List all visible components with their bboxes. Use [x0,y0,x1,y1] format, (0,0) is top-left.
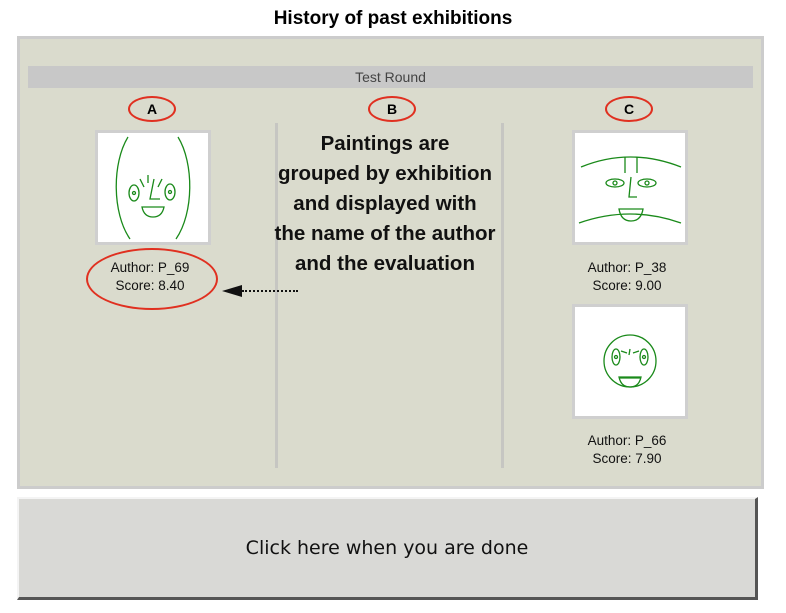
painting-p69[interactable] [95,130,211,245]
column-label-c: C [605,96,653,122]
annotation-line: and the evaluation [295,252,475,275]
annotation-line: and displayed with [293,192,477,215]
caption-p38: Author: P_38 Score: 9.00 [527,259,727,295]
painting-p38[interactable] [572,130,688,245]
round-header: Test Round [28,66,753,88]
column-label-a: A [128,96,176,122]
author-text: Author: P_66 [587,433,667,448]
done-button[interactable]: Click here when you are done [17,497,758,600]
score-text: Score: 7.90 [592,451,662,466]
highlight-circle [86,248,218,310]
face-drawing-p69 [115,136,191,240]
page-title: History of past exhibitions [273,8,513,29]
score-text: Score: 9.00 [592,278,662,293]
instruction-annotation: Paintings are grouped by exhibition and … [250,129,520,279]
arrow-line [242,290,298,292]
exhibition-panel: Test Round A B C Author: P_69 Score: 8.4… [17,36,764,489]
caption-p66: Author: P_66 Score: 7.90 [527,432,727,468]
column-label-b: B [368,96,416,122]
annotation-line: the name of the author [274,222,496,245]
annotation-line: grouped by exhibition [277,162,493,185]
annotation-line: Paintings are [320,132,450,155]
face-drawing-p66 [603,334,657,388]
author-text: Author: P_38 [587,260,667,275]
face-drawing-p38 [578,156,682,224]
painting-p66[interactable] [572,304,688,419]
arrow-left-icon [222,285,242,297]
